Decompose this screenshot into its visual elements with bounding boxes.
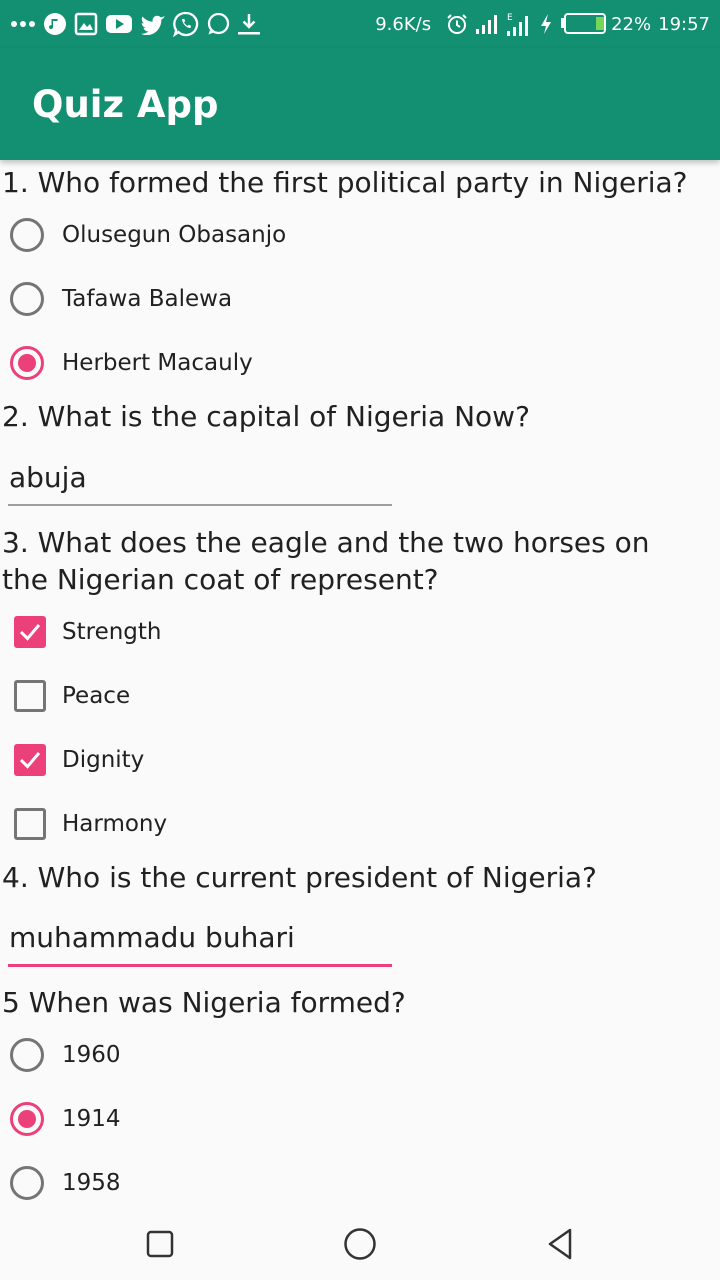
q3-option-3-label: Dignity [62, 747, 145, 773]
music-icon [43, 12, 67, 36]
navigation-bar [0, 1208, 720, 1280]
network-speed: 9.6K/s [375, 13, 432, 35]
q2-field-underline [8, 504, 392, 506]
whatsapp-icon [173, 11, 199, 37]
q5-option-3[interactable]: 1958 [10, 1157, 121, 1209]
recents-icon[interactable] [140, 1224, 180, 1264]
download-icon [237, 12, 261, 36]
radio-button-checked[interactable] [10, 346, 44, 380]
q3-option-3[interactable]: Dignity [10, 734, 144, 786]
q3-option-4[interactable]: Harmony [10, 798, 167, 850]
q3-option-1[interactable]: Strength [10, 606, 162, 658]
q3-option-2-label: Peace [62, 683, 131, 709]
clock: 19:57 [658, 13, 710, 35]
radio-button[interactable] [10, 282, 44, 316]
q3-option-4-label: Harmony [62, 811, 168, 837]
q5-option-3-label: 1958 [62, 1170, 121, 1196]
question-2-text: 2. What is the capital of Nigeria Now? [2, 400, 530, 433]
q4-answer-field[interactable]: muhammadu buhari [8, 918, 392, 967]
back-icon[interactable] [540, 1224, 580, 1264]
radio-button[interactable] [10, 218, 44, 252]
app-title: Quiz App [32, 82, 219, 126]
question-4-text: 4. Who is the current president of Niger… [2, 861, 597, 894]
question-5-text: 5 When was Nigeria formed? [2, 986, 406, 1019]
question-1-text: 1. Who formed the first political party … [2, 166, 688, 199]
alarm-icon [446, 13, 468, 35]
battery-fill [596, 17, 605, 30]
q2-answer-field[interactable]: abuja [8, 458, 392, 506]
signal-e-icon: E [506, 11, 532, 37]
twitter-icon [140, 13, 166, 35]
q1-option-1[interactable]: Olusegun Obasanjo [10, 209, 286, 261]
q1-option-1-label: Olusegun Obasanjo [62, 222, 287, 248]
checkbox[interactable] [14, 808, 46, 840]
signal-icon [475, 14, 499, 34]
radio-button[interactable] [10, 1166, 44, 1200]
radio-dot [18, 354, 36, 372]
youtube-icon [105, 13, 133, 35]
q5-option-2[interactable]: 1914 [10, 1093, 121, 1145]
q4-field-underline-focused [8, 964, 392, 967]
checkbox[interactable] [14, 680, 46, 712]
q4-answer-value[interactable]: muhammadu buhari [8, 918, 392, 958]
more-icon [10, 20, 36, 28]
chat-icon [206, 12, 230, 36]
radio-dot [18, 1110, 36, 1128]
app-bar: Quiz App [0, 48, 720, 160]
notification-icons [10, 11, 261, 37]
battery-icon [560, 12, 608, 36]
battery-percent: 22% [611, 13, 652, 35]
checkmark-icon [19, 752, 41, 769]
radio-button-checked[interactable] [10, 1102, 44, 1136]
charging-icon [539, 13, 553, 35]
question-3-text: 3. What does the eagle and the two horse… [2, 526, 650, 596]
q1-option-3-label: Herbert Macauly [62, 350, 253, 376]
svg-text:E: E [507, 13, 513, 23]
q2-answer-value[interactable]: abuja [8, 458, 392, 498]
q5-option-1[interactable]: 1960 [10, 1029, 121, 1081]
q1-option-2-label: Tafawa Balewa [62, 286, 233, 312]
q1-option-2[interactable]: Tafawa Balewa [10, 273, 232, 325]
q1-option-3[interactable]: Herbert Macauly [10, 337, 253, 389]
checkbox-checked[interactable] [14, 744, 46, 776]
q5-option-2-label: 1914 [62, 1106, 121, 1132]
checkbox-checked[interactable] [14, 616, 46, 648]
checkmark-icon [19, 624, 41, 641]
home-icon[interactable] [340, 1224, 380, 1264]
q3-option-2[interactable]: Peace [10, 670, 130, 722]
q5-option-1-label: 1960 [62, 1042, 121, 1068]
radio-button[interactable] [10, 1038, 44, 1072]
q3-option-1-label: Strength [62, 619, 162, 645]
image-icon [74, 12, 98, 36]
status-bar: 9.6K/s E 22% 19:57 [0, 0, 720, 48]
